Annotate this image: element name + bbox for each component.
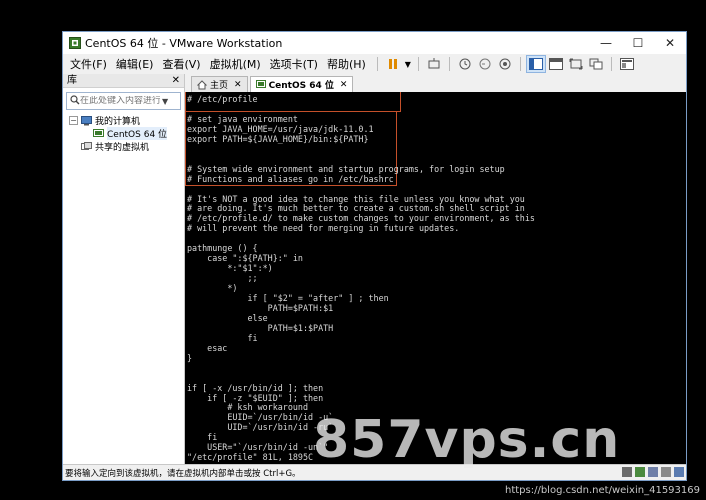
tab-centos[interactable]: CentOS 64 位 ✕ [249,76,354,92]
vmware-app-icon [69,37,81,49]
network-icon[interactable] [635,467,645,477]
library-panel: 库 ✕ ▼ − 我的计算机 CentOS 64 位 [63,74,185,466]
terminal-line: } [187,352,193,363]
collapse-toggle-icon[interactable]: − [69,116,78,125]
display-icon[interactable] [674,467,684,477]
search-input[interactable] [80,96,160,106]
close-button[interactable]: ✕ [654,32,686,54]
terminal-line: export PATH=${JAVA_HOME}/bin:${PATH} [187,133,369,144]
search-icon [70,94,80,108]
menu-edit[interactable]: 编辑(E) [113,56,160,72]
menu-help[interactable]: 帮助(H) [324,56,372,72]
chevron-down-icon[interactable]: ▼ [403,55,413,73]
title-bar: CentOS 64 位 - VMware Workstation — ☐ ✕ [63,32,686,54]
shared-vms-icon [81,141,92,152]
terminal-line: ;; [187,273,258,284]
terminal-line: # /etc/profile.d/ to make custom changes… [187,213,535,224]
terminal-line: *:"$1":*) [187,263,273,274]
credit-text: https://blog.csdn.net/weixin_41593169 [504,485,700,496]
terminal-line: if [ -z "$EUID" ]; then [187,392,324,403]
library-search[interactable]: ▼ [66,92,181,110]
thumbnail-view-icon[interactable] [617,55,637,73]
pause-icon[interactable] [383,55,403,73]
revert-snapshot-icon[interactable] [475,55,495,73]
tab-home[interactable]: 主页 ✕ [191,76,248,92]
home-icon [197,79,207,90]
terminal-line: # /etc/profile [187,94,258,104]
terminal-line: if [ -x /usr/bin/id ]; then [187,382,324,393]
window-title: CentOS 64 位 - VMware Workstation [85,37,283,50]
terminal-line: # ksh workaround [187,402,309,413]
send-keys-icon[interactable] [424,55,444,73]
terminal-line: # Functions and aliases go in /etc/bashr… [187,173,394,184]
terminal-line: case ":${PATH}:" in [187,253,303,264]
terminal-line: # set java environment [187,113,298,124]
tree-label-centos: CentOS 64 位 [107,127,168,140]
sound-icon[interactable] [661,467,671,477]
tab-bar: 主页 ✕ CentOS 64 位 ✕ [185,74,686,92]
vm-tree: − 我的计算机 CentOS 64 位 共享的虚拟机 [63,114,184,153]
terminal-line: esac [187,342,228,353]
terminal-line: # It's NOT a good idea to change this fi… [187,193,525,204]
menu-tabs[interactable]: 选项卡(T) [267,56,324,72]
tree-item-my-computer[interactable]: − 我的计算机 [63,114,184,127]
library-title: 库 [67,75,77,86]
terminal-line: # will prevent the need for merging in f… [187,223,460,234]
terminal-line: PATH=$1:$PATH [187,322,334,333]
terminal-line: USER="`/usr/bin/id -un`" [187,442,329,453]
tree-label-my-computer: 我的计算机 [95,117,141,127]
fullscreen-icon[interactable] [566,55,586,73]
hard-disk-icon[interactable] [622,467,632,477]
snapshot-manager-icon[interactable] [495,55,515,73]
terminal-line: # are doing. It's much better to create … [187,203,525,214]
close-tab-icon[interactable]: ✕ [340,80,348,90]
library-view-icon[interactable] [525,55,546,73]
terminal-line: EUID=`/usr/bin/id -u` [187,412,334,423]
terminal-line: fi [187,332,258,343]
menu-vm[interactable]: 虚拟机(M) [207,56,267,72]
tree-label-shared: 共享的虚拟机 [95,143,150,153]
close-library-icon[interactable]: ✕ [172,74,180,88]
terminal-line: UID=`/usr/bin/id -ru` [187,422,334,433]
tab-home-label: 主页 [210,81,229,91]
terminal-line: pathmunge () { [187,243,258,254]
tree-item-shared[interactable]: 共享的虚拟机 [63,140,184,153]
terminal-line: PATH=$PATH:$1 [187,302,334,313]
minimize-button[interactable]: — [590,32,622,54]
terminal-line: else [187,312,268,323]
terminal-line: fi [187,432,218,443]
menu-view[interactable]: 查看(V) [159,56,206,72]
chevron-down-icon[interactable]: ▼ [162,97,168,106]
terminal-line: "/etc/profile" 81L, 1895C [187,452,314,463]
close-tab-icon[interactable]: ✕ [234,80,242,90]
terminal-line: if [ "$2" = "after" ] ; then [187,293,389,303]
vm-icon [255,79,266,90]
usb-icon[interactable] [648,467,658,477]
status-text: 要将输入定向到该虚拟机，请在虚拟机内部单击或按 Ctrl+G。 [65,468,301,479]
unity-icon[interactable] [586,55,606,73]
tree-item-centos[interactable]: CentOS 64 位 [63,127,184,140]
menu-file[interactable]: 文件(F) [67,56,113,72]
terminal-line: *) [187,283,238,294]
tab-centos-label: CentOS 64 位 [268,81,334,91]
menu-bar: 文件(F) 编辑(E) 查看(V) 虚拟机(M) 选项卡(T) 帮助(H) ▼ [63,54,686,74]
terminal-line: # System wide environment and startup pr… [187,163,505,174]
library-header: 库 ✕ [63,74,184,88]
computer-icon [81,115,92,126]
snapshot-icon[interactable] [455,55,475,73]
terminal-line: export JAVA_HOME=/usr/java/jdk-11.0.1 [187,123,374,134]
watermark-text: 857vps.cn [313,410,621,470]
maximize-button[interactable]: ☐ [622,32,654,54]
vm-icon [93,128,104,139]
console-view-icon[interactable] [546,55,566,73]
